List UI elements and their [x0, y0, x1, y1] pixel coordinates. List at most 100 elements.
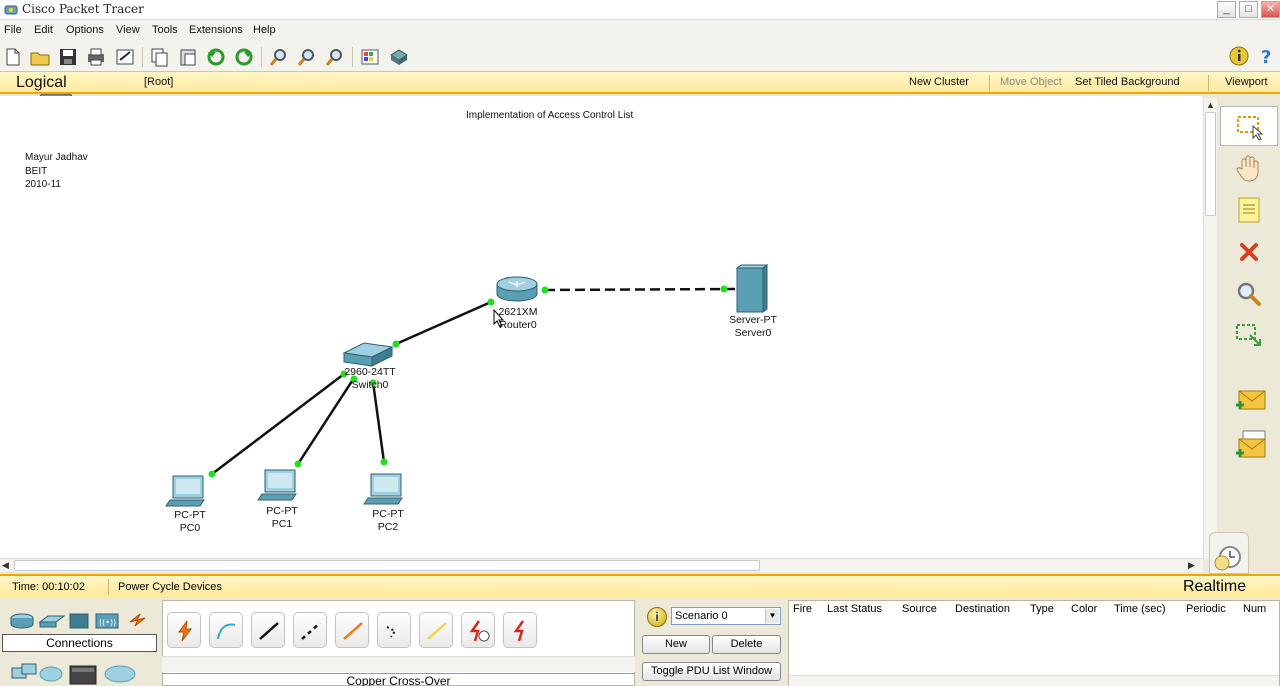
minimize-button[interactable]: _ — [1217, 1, 1236, 18]
connections-category-icon[interactable] — [129, 613, 146, 627]
column-type[interactable]: Type — [1030, 603, 1054, 615]
zoom-reset-icon[interactable] — [296, 46, 318, 68]
menu-tools[interactable]: Tools — [152, 24, 178, 36]
pc0-label[interactable]: PC-PT PC0 — [150, 509, 230, 535]
move-object-button[interactable]: Move Object — [1000, 76, 1062, 88]
scroll-left-icon[interactable]: ◀ — [2, 559, 9, 571]
add-complex-pdu-tool[interactable] — [1220, 424, 1278, 464]
vertical-scroll-thumb[interactable] — [1205, 112, 1216, 216]
fiber-button[interactable] — [335, 612, 369, 648]
routers-category-icon[interactable] — [10, 613, 34, 629]
delete-tool[interactable] — [1220, 232, 1278, 272]
column-destination[interactable]: Destination — [955, 603, 1010, 615]
router-label[interactable]: 2621XM Router0 — [478, 306, 558, 332]
column-last-status[interactable]: Last Status — [827, 603, 882, 615]
workspace-note-title[interactable]: Implementation of Access Control List — [466, 110, 633, 121]
activity-wizard-icon[interactable] — [114, 46, 136, 68]
column-fire[interactable]: Fire — [793, 603, 812, 615]
author-note-line-2[interactable]: BEIT — [25, 166, 47, 177]
workspace-vertical-scrollbar[interactable]: ▲ — [1203, 98, 1217, 558]
paste-icon[interactable] — [177, 46, 199, 68]
new-file-icon[interactable] — [2, 46, 24, 68]
palette-icon[interactable] — [359, 46, 381, 68]
pc1-label[interactable]: PC-PT PC1 — [242, 505, 322, 531]
realtime-mode-tab[interactable] — [1209, 532, 1249, 574]
pdu-list-table: Fire Last Status Source Destination Type… — [788, 600, 1280, 686]
workspace-horizontal-scrollbar[interactable]: ◀ ▶ — [0, 558, 1203, 572]
column-time[interactable]: Time (sec) — [1114, 603, 1166, 615]
multiuser-category-icon[interactable] — [104, 665, 136, 683]
power-cycle-devices-button[interactable]: Power Cycle Devices — [118, 581, 222, 593]
auto-connection-button[interactable] — [167, 612, 201, 648]
pc2-label[interactable]: PC-PT PC2 — [348, 508, 428, 534]
serial-dce-button[interactable] — [461, 612, 495, 648]
scroll-right-icon[interactable]: ▶ — [1188, 559, 1195, 571]
zoom-in-icon[interactable] — [268, 46, 290, 68]
viewport-button[interactable]: Viewport — [1225, 76, 1268, 88]
close-button[interactable]: ✕ — [1261, 1, 1280, 18]
menu-help[interactable]: Help — [253, 24, 276, 36]
menu-options[interactable]: Options — [66, 24, 104, 36]
serial-dte-button[interactable] — [503, 612, 537, 648]
inspect-tool[interactable] — [1220, 274, 1278, 314]
coaxial-cable-button[interactable] — [419, 612, 453, 648]
pdu-list-scrollbar[interactable] — [789, 675, 1279, 686]
zoom-out-icon[interactable] — [324, 46, 346, 68]
logical-tab[interactable]: Logical — [16, 74, 67, 92]
menu-edit[interactable]: Edit — [34, 24, 53, 36]
phone-cable-button[interactable] — [377, 612, 411, 648]
add-simple-pdu-tool[interactable] — [1220, 380, 1278, 420]
open-folder-icon[interactable] — [29, 46, 51, 68]
menu-extensions[interactable]: Extensions — [189, 24, 243, 36]
author-note-line-3[interactable]: 2010-11 — [25, 179, 61, 190]
resize-shape-tool[interactable] — [1220, 316, 1278, 356]
menu-file[interactable]: File — [4, 24, 22, 36]
redo-icon[interactable] — [233, 46, 255, 68]
place-note-tool[interactable] — [1220, 190, 1278, 230]
chevron-down-icon[interactable]: ▼ — [765, 609, 779, 623]
new-scenario-button[interactable]: New — [642, 635, 710, 654]
server-label[interactable]: Server-PT Server0 — [713, 314, 793, 340]
toggle-pdu-list-button[interactable]: Toggle PDU List Window — [642, 662, 781, 681]
column-source[interactable]: Source — [902, 603, 937, 615]
column-num[interactable]: Num — [1243, 603, 1266, 615]
copy-icon[interactable] — [148, 46, 170, 68]
help-icon[interactable]: ? — [1256, 45, 1278, 67]
copper-cross-over-button[interactable] — [293, 612, 327, 648]
switch-name: Switch0 — [351, 379, 389, 391]
set-tiled-background-button[interactable]: Set Tiled Background — [1075, 76, 1180, 88]
end-devices-category-icon[interactable] — [11, 663, 37, 679]
copper-straight-through-button[interactable] — [251, 612, 285, 648]
logical-workspace-canvas[interactable]: Implementation of Access Control List Ma… — [0, 96, 1203, 558]
undo-icon[interactable] — [205, 46, 227, 68]
author-note-line-1[interactable]: Mayur Jadhav — [25, 152, 88, 163]
scenario-info-icon[interactable]: i — [647, 607, 667, 627]
move-layout-tool[interactable] — [1220, 148, 1278, 188]
delete-scenario-button[interactable]: Delete — [712, 635, 781, 654]
save-icon[interactable] — [57, 46, 79, 68]
switches-category-icon[interactable] — [38, 615, 66, 628]
switch-label[interactable]: 2960-24TT Switch0 — [330, 366, 410, 392]
realtime-mode-label[interactable]: Realtime — [1183, 578, 1246, 596]
select-tool[interactable] — [1220, 106, 1278, 146]
column-periodic[interactable]: Periodic — [1186, 603, 1226, 615]
custom-device-icon[interactable] — [388, 46, 410, 68]
menu-view[interactable]: View — [116, 24, 140, 36]
maximize-button[interactable]: □ — [1239, 1, 1258, 18]
hubs-category-icon[interactable] — [69, 613, 89, 629]
wireless-category-icon[interactable]: ((•)) — [95, 613, 119, 629]
wan-emulation-category-icon[interactable] — [39, 666, 63, 682]
realtime-clock-icon — [1214, 546, 1241, 571]
info-icon[interactable] — [1228, 45, 1250, 67]
console-cable-button[interactable] — [209, 612, 243, 648]
column-color[interactable]: Color — [1071, 603, 1097, 615]
print-icon[interactable] — [85, 46, 107, 68]
scroll-up-icon[interactable]: ▲ — [1206, 99, 1215, 111]
root-breadcrumb[interactable]: [Root] — [144, 76, 173, 88]
scenario-select[interactable]: Scenario 0 ▼ — [671, 607, 781, 625]
connection-panel-scrollbar[interactable] — [162, 656, 635, 672]
new-cluster-button[interactable]: New Cluster — [909, 76, 969, 88]
custom-devices-category-icon[interactable] — [69, 665, 97, 685]
window-title: Cisco Packet Tracer — [22, 2, 144, 16]
horizontal-scroll-thumb[interactable] — [14, 560, 760, 571]
